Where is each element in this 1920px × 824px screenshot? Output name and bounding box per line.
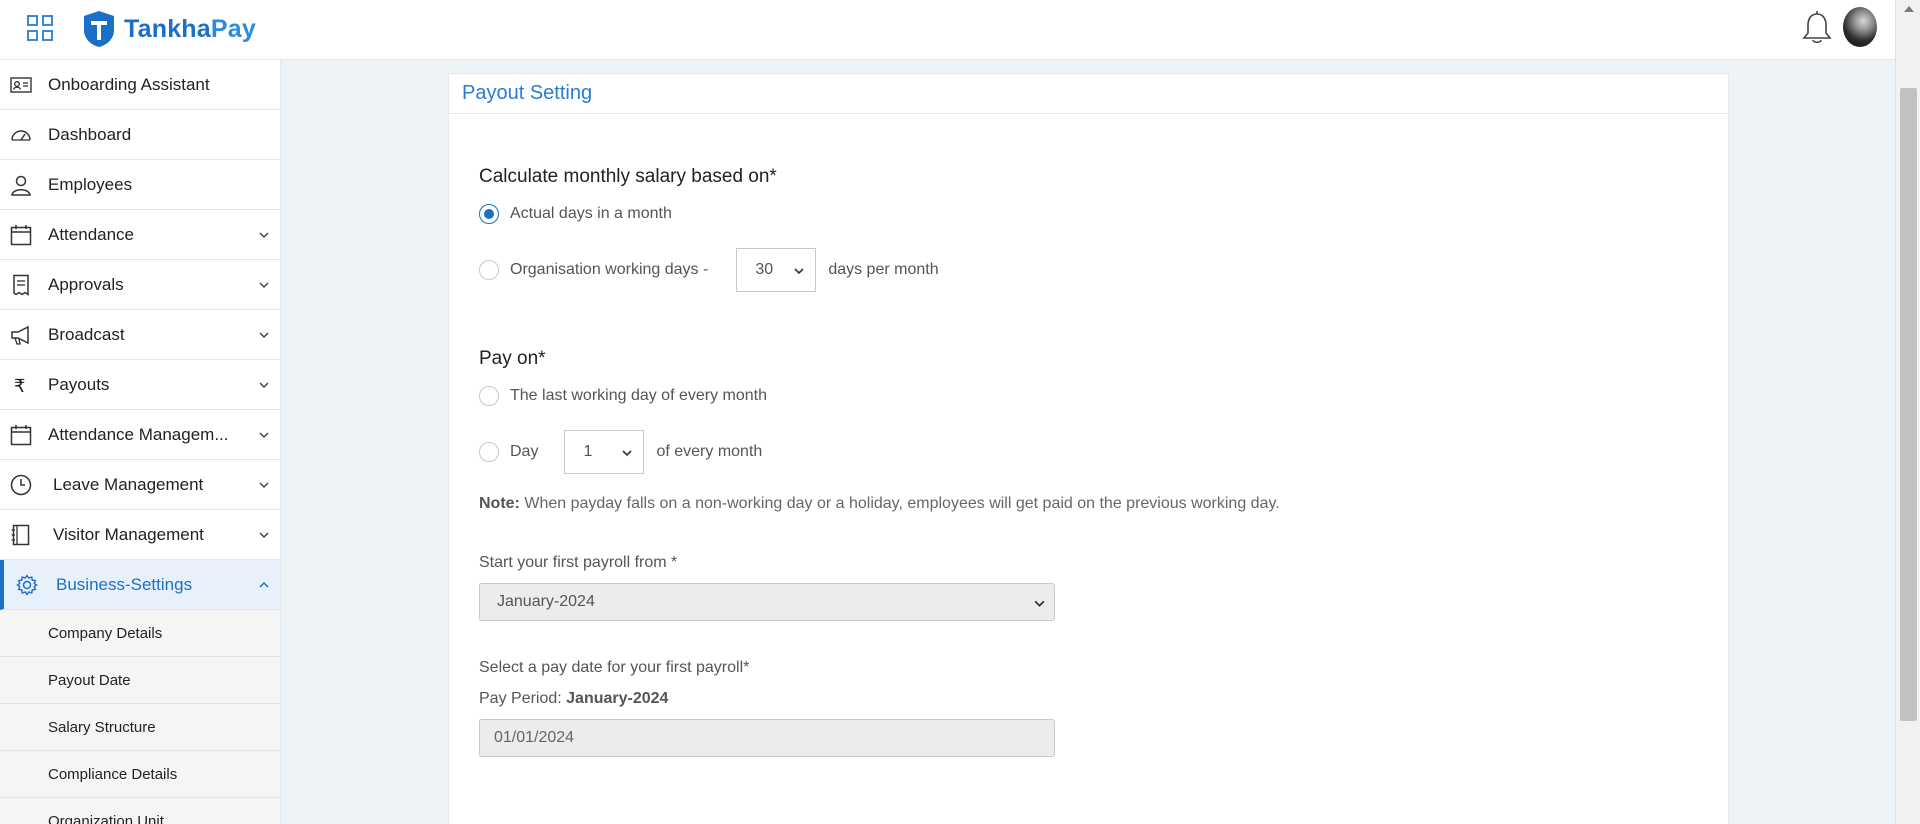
sidebar-item-label: Business-Settings bbox=[56, 574, 193, 594]
user-avatar[interactable] bbox=[1843, 7, 1877, 47]
calendar-icon bbox=[10, 425, 32, 446]
speedometer-icon bbox=[11, 130, 31, 141]
bell-icon[interactable] bbox=[1800, 10, 1834, 46]
sidebar-subitem-organization-unit[interactable]: Organization Unit bbox=[0, 798, 280, 824]
logo-text-main: Tankha bbox=[124, 14, 211, 43]
chevron-down-icon bbox=[259, 282, 269, 289]
salary-basis-option-actual[interactable]: Actual days in a month bbox=[479, 204, 672, 224]
sidebar-subitem-compliance-details[interactable]: Compliance Details bbox=[0, 751, 280, 798]
sidebar-item-label: Broadcast bbox=[48, 324, 125, 344]
sidebar-subitem-salary-structure[interactable]: Salary Structure bbox=[0, 704, 280, 751]
first-payroll-label: Start your first payroll from * bbox=[479, 554, 678, 571]
sidebar-subitem-company-details[interactable]: Company Details bbox=[0, 610, 280, 657]
svg-text:₹: ₹ bbox=[14, 376, 25, 396]
sidebar-item-payouts[interactable]: ₹ Payouts bbox=[0, 360, 280, 410]
chevron-down-icon bbox=[622, 450, 633, 457]
sidebar-item-label: Dashboard bbox=[48, 124, 132, 144]
pay-on-heading: Pay on* bbox=[479, 348, 546, 369]
radio-actual-days-label: Actual days in a month bbox=[510, 205, 672, 222]
org-days-suffix: days per month bbox=[828, 261, 939, 278]
first-payroll-select[interactable]: January-2024 bbox=[479, 583, 1055, 621]
chevron-down-icon bbox=[259, 532, 269, 539]
sidebar-item-visitor-management[interactable]: Visitor Management bbox=[0, 510, 280, 560]
shield-logo-icon bbox=[84, 11, 114, 47]
note-text: When payday falls on a non-working day o… bbox=[519, 495, 1280, 512]
chevron-down-icon bbox=[794, 268, 804, 275]
document-icon bbox=[13, 274, 29, 296]
org-days-select[interactable]: 30 bbox=[736, 248, 817, 292]
sidebar-item-approvals[interactable]: Approvals bbox=[0, 260, 280, 310]
radio-org-working-days[interactable] bbox=[479, 260, 499, 280]
page-scrollbar[interactable] bbox=[1895, 0, 1920, 824]
card-title: Payout Setting bbox=[449, 74, 1728, 114]
radio-specific-day[interactable] bbox=[479, 442, 499, 462]
id-card-icon bbox=[10, 77, 32, 93]
pay-period-label: Pay Period: bbox=[479, 690, 567, 707]
sidebar-item-label: Visitor Management bbox=[53, 524, 204, 544]
pay-on-option-last[interactable]: The last working day of every month bbox=[479, 386, 767, 406]
rupee-icon: ₹ bbox=[14, 376, 25, 396]
radio-specific-day-label: Day bbox=[510, 443, 539, 460]
logo-text-accent: Pay bbox=[210, 14, 256, 43]
sidebar-item-label: Onboarding Assistant bbox=[48, 74, 210, 94]
sidebar-item-label: Leave Management bbox=[53, 474, 204, 494]
sidebar: Onboarding Assistant Dashboard Employees… bbox=[0, 60, 281, 824]
sidebar-item-dashboard[interactable]: Dashboard bbox=[0, 110, 280, 160]
payout-setting-card: Payout Setting Calculate monthly salary … bbox=[448, 73, 1729, 824]
sidebar-item-label: Employees bbox=[48, 174, 133, 194]
sidebar-item-label: Attendance bbox=[48, 224, 135, 244]
calendar-icon bbox=[10, 225, 32, 246]
sidebar-item-attendance-management[interactable]: Attendance Managem... bbox=[0, 410, 280, 460]
sidebar-item-leave-management[interactable]: Leave Management bbox=[0, 460, 280, 510]
scroll-thumb[interactable] bbox=[1900, 88, 1917, 721]
pay-period-value: January-2024 bbox=[566, 690, 669, 707]
chevron-down-icon bbox=[259, 232, 269, 239]
note-label: Note: bbox=[479, 495, 520, 512]
notebook-icon bbox=[11, 524, 30, 546]
apps-grid-icon[interactable] bbox=[27, 15, 53, 41]
org-days-value: 30 bbox=[755, 261, 774, 278]
gear-icon bbox=[16, 574, 38, 596]
sidebar-item-label: Attendance Managem... bbox=[48, 424, 229, 444]
person-icon bbox=[11, 175, 31, 196]
payday-note: Note: When payday falls on a non-working… bbox=[479, 495, 1280, 513]
chevron-down-icon bbox=[259, 332, 269, 339]
chevron-down-icon bbox=[259, 382, 269, 389]
first-payroll-value: January-2024 bbox=[497, 593, 595, 610]
pay-date-label: Select a pay date for your first payroll… bbox=[479, 659, 750, 676]
sidebar-item-label: Payouts bbox=[48, 374, 110, 394]
pay-day-select[interactable]: 1 bbox=[564, 430, 645, 474]
pay-day-suffix: of every month bbox=[656, 443, 763, 460]
sidebar-subitem-payout-date[interactable]: Payout Date bbox=[0, 657, 280, 704]
scroll-up-arrow-icon[interactable] bbox=[1904, 6, 1914, 12]
sidebar-item-attendance[interactable]: Attendance bbox=[0, 210, 280, 260]
pay-date-input[interactable] bbox=[479, 719, 1055, 757]
sidebar-item-employees[interactable]: Employees bbox=[0, 160, 280, 210]
pay-day-value: 1 bbox=[583, 443, 593, 460]
chevron-down-icon bbox=[259, 482, 269, 489]
logo-text: TankhaPay bbox=[124, 15, 256, 44]
radio-actual-days[interactable] bbox=[479, 204, 499, 224]
radio-org-working-days-label: Organisation working days - bbox=[510, 261, 709, 278]
salary-basis-option-org[interactable]: Organisation working days - 30 days per … bbox=[479, 248, 939, 292]
pay-on-option-day[interactable]: Day 1 of every month bbox=[479, 430, 762, 474]
salary-basis-heading: Calculate monthly salary based on* bbox=[479, 166, 777, 187]
megaphone-icon bbox=[11, 325, 29, 345]
clock-icon bbox=[10, 474, 32, 496]
sidebar-item-onboarding-assistant[interactable]: Onboarding Assistant bbox=[0, 60, 280, 110]
top-header: TankhaPay bbox=[0, 0, 1895, 60]
chevron-down-icon bbox=[1034, 600, 1045, 607]
sidebar-item-broadcast[interactable]: Broadcast bbox=[0, 310, 280, 360]
sidebar-item-label: Approvals bbox=[48, 274, 124, 294]
chevron-up-icon bbox=[259, 581, 269, 588]
pay-period: Pay Period: January-2024 bbox=[479, 690, 668, 708]
sidebar-item-business-settings[interactable]: Business-Settings bbox=[0, 560, 280, 610]
brand-logo[interactable]: TankhaPay bbox=[82, 10, 256, 48]
radio-last-working-day-label: The last working day of every month bbox=[510, 387, 768, 404]
radio-last-working-day[interactable] bbox=[479, 386, 499, 406]
chevron-down-icon bbox=[259, 432, 269, 439]
